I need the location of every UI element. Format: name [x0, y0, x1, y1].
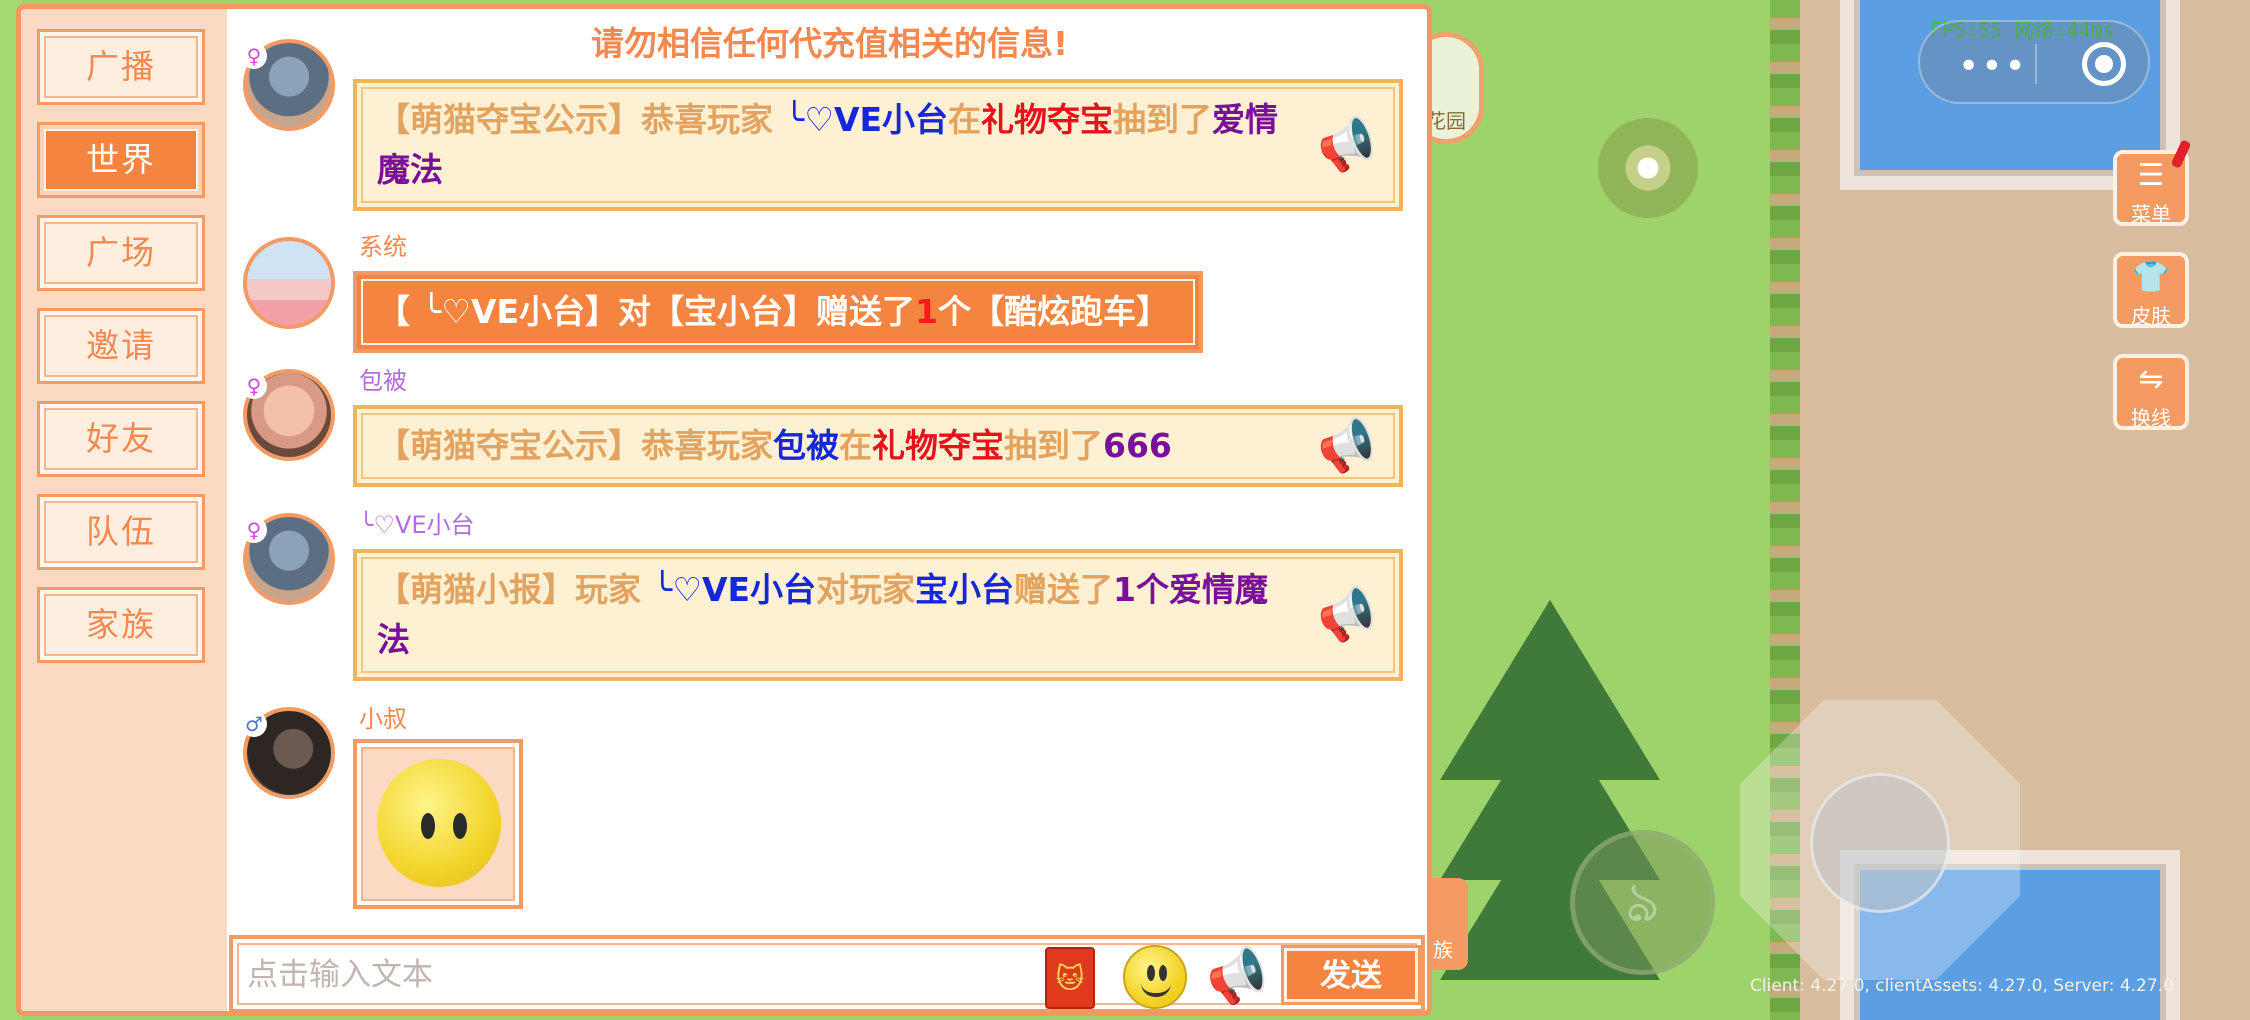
close-target-icon[interactable] — [2082, 42, 2126, 86]
shirt-icon: 👕 — [2132, 260, 2170, 295]
megaphone-icon: 📢 — [1310, 580, 1382, 650]
message-text-segment: 在 — [948, 100, 982, 139]
switch-line-button[interactable]: ⇋ 换线 — [2113, 354, 2189, 430]
red-envelope-icon[interactable]: 🐱 — [1045, 947, 1095, 1009]
action-button[interactable]: ঌ — [1570, 830, 1715, 975]
gift-draw-announcement: 【萌猫夺宝公示】恭喜玩家 ╰♡VE小台在礼物夺宝抽到了爱情魔法 📢 — [353, 79, 1403, 211]
smiley-face-icon — [377, 759, 501, 887]
garden-label: 花园 — [1426, 109, 1466, 133]
chat-panel: 广播 世界 广场 邀请 好友 队伍 家族 请勿相信任何代充值相关的信息! ♀ 【… — [16, 4, 1432, 1016]
gift-draw-label: 礼物夺宝 — [981, 100, 1114, 139]
gift-count: 1 — [915, 292, 938, 331]
username: 系统 — [359, 233, 407, 261]
username: 包被 — [359, 367, 407, 395]
send-button[interactable]: 发送 — [1281, 945, 1421, 1005]
switch-label: 换线 — [2131, 406, 2171, 430]
system-avatar[interactable] — [243, 237, 335, 329]
prize-name: 666 — [1103, 426, 1172, 465]
tab-broadcast[interactable]: 广播 — [37, 29, 205, 105]
version-text: Client: 4.27.0, clientAssets: 4.27.0, Se… — [1750, 976, 2174, 996]
gift-report-message: 【萌猫小报】玩家 ╰♡VE小台对玩家宝小台赠送了1个爱情魔法 📢 — [353, 549, 1403, 681]
message-text-segment: 【萌猫小报】玩家 — [377, 570, 653, 609]
system-gift-message: 【 ╰♡VE小台】对【宝小台】赠送了1个【酷炫跑车】 — [353, 271, 1203, 353]
skin-label: 皮肤 — [2131, 304, 2171, 328]
male-gender-icon: ♂ — [241, 711, 267, 737]
female-gender-icon: ♀ — [241, 373, 267, 399]
message-text-segment: 抽到了 — [1113, 100, 1213, 139]
message-text-segment: 【 ╰♡VE小台】对【宝小台】赠送了 — [377, 292, 916, 331]
message-list[interactable]: ♀ 【萌猫夺宝公示】恭喜玩家 ╰♡VE小台在礼物夺宝抽到了爱情魔法 📢 系统 【… — [227, 9, 1427, 931]
username: ╰♡VE小台 — [359, 511, 475, 539]
joystick-knob[interactable] — [1810, 773, 1950, 913]
message-text-segment: 在 — [839, 426, 872, 465]
menu-label: 菜单 — [2131, 202, 2171, 226]
tab-family[interactable]: 家族 — [37, 587, 205, 663]
tab-friends[interactable]: 好友 — [37, 401, 205, 477]
more-icon[interactable]: ••• — [1958, 46, 2028, 87]
smiley-sticker[interactable] — [353, 739, 523, 909]
capsule-divider — [2035, 44, 2037, 84]
emoji-icon[interactable] — [1123, 945, 1187, 1009]
chat-channel-sidebar: 广播 世界 广场 邀请 好友 队伍 家族 — [21, 9, 227, 1011]
skin-button[interactable]: 👕 皮肤 — [2113, 252, 2189, 328]
flower-bush — [1598, 118, 1698, 218]
swap-icon: ⇋ — [2138, 362, 2164, 397]
megaphone-icon: 📢 — [1310, 110, 1382, 180]
player-name-link[interactable]: ╰♡VE小台 — [653, 570, 817, 609]
clan-label: 族 — [1433, 938, 1453, 962]
chat-input-bar: 🐱 📢 发送 — [229, 935, 1425, 1011]
tab-team[interactable]: 队伍 — [37, 494, 205, 570]
message-text-segment: 对玩家 — [816, 570, 916, 609]
message-text-segment: 赠送了 — [1014, 570, 1114, 609]
gift-draw-label: 礼物夺宝 — [872, 426, 1004, 465]
megaphone-icon[interactable]: 📢 — [1198, 940, 1276, 1011]
tab-plaza[interactable]: 广场 — [37, 215, 205, 291]
username: 小叔 — [359, 705, 407, 733]
chat-text-input[interactable] — [247, 951, 967, 999]
swirl-icon: ঌ — [1625, 870, 1660, 935]
message-text-segment: 个【酷炫跑车】 — [938, 292, 1169, 331]
message-text-segment: 【萌猫夺宝公示】恭喜玩家 — [377, 426, 773, 465]
warning-notice: 请勿相信任何代充值相关的信息! — [590, 24, 1069, 63]
player-name-link[interactable]: 包被 — [773, 426, 839, 465]
miniprogram-capsule[interactable]: ••• — [1918, 20, 2150, 104]
message-text-segment: 抽到了 — [1004, 426, 1103, 465]
megaphone-icon: 📢 — [1310, 411, 1382, 481]
gift-draw-announcement: 【萌猫夺宝公示】恭喜玩家包被在礼物夺宝抽到了666 📢 — [353, 405, 1403, 487]
message-text-segment: 【萌猫夺宝公示】恭喜玩家 — [377, 100, 785, 139]
tab-world[interactable]: 世界 — [37, 122, 205, 198]
tab-invite[interactable]: 邀请 — [37, 308, 205, 384]
player-name-link[interactable]: ╰♡VE小台 — [785, 100, 949, 139]
player-name-link[interactable]: 宝小台 — [915, 570, 1014, 609]
female-gender-icon: ♀ — [241, 517, 267, 543]
